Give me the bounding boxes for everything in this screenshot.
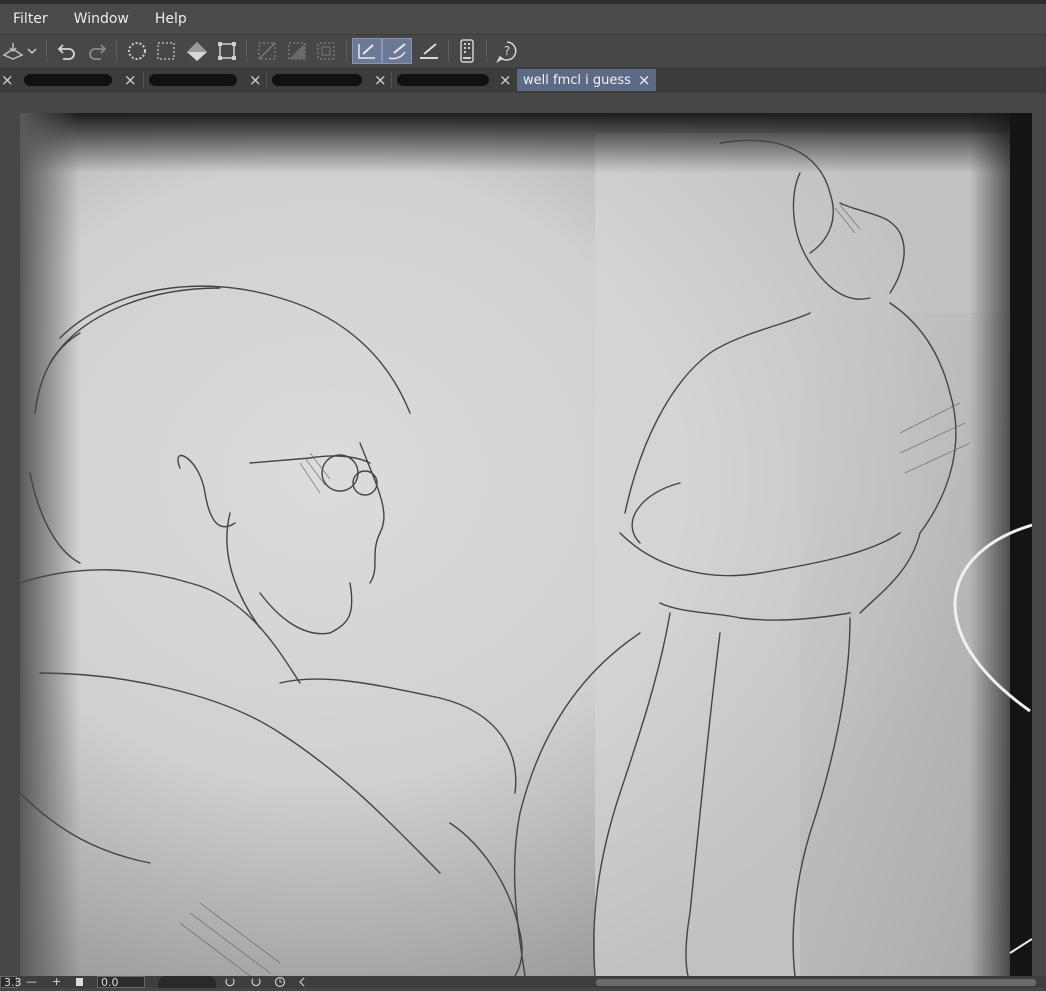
deselect-icon[interactable]: [254, 38, 280, 64]
transform-icon[interactable]: [214, 38, 240, 64]
close-icon[interactable]: ×: [499, 69, 512, 91]
tab-label: well fmcl i guess: [523, 72, 631, 88]
help-icon[interactable]: ?: [494, 38, 520, 64]
close-icon[interactable]: ×: [638, 71, 651, 89]
tab-label-redacted: [149, 74, 237, 86]
pen-snap-icon[interactable]: [352, 38, 382, 64]
invert-selection-icon[interactable]: [284, 38, 310, 64]
rotate-left-icon[interactable]: [224, 976, 236, 988]
chevron-down-icon[interactable]: [24, 38, 40, 64]
menu-window[interactable]: Window: [61, 4, 142, 34]
select-all-icon[interactable]: [153, 38, 179, 64]
rotate-right-icon[interactable]: [250, 976, 262, 988]
command-toolbar: ?: [0, 34, 1046, 67]
toolbar-separator: [46, 40, 47, 62]
tab-label-redacted: [397, 74, 489, 86]
zoom-in-button[interactable]: +: [52, 976, 61, 988]
fill-layer-icon[interactable]: [0, 38, 26, 64]
close-icon[interactable]: ×: [374, 69, 387, 91]
tab-separator: [266, 72, 267, 88]
zoom-out-button[interactable]: —: [26, 976, 37, 988]
menu-filter[interactable]: Filter: [0, 4, 61, 34]
menu-help[interactable]: Help: [142, 4, 200, 34]
close-icon[interactable]: ×: [124, 69, 137, 91]
sketch-artwork: [20, 113, 1032, 976]
undo-icon[interactable]: [54, 38, 80, 64]
clear-selection-icon[interactable]: [124, 38, 150, 64]
fill-icon[interactable]: [184, 38, 210, 64]
ruler-snap-icon[interactable]: [414, 38, 444, 64]
status-bar: 3.3 — + 0.0: [0, 976, 1046, 989]
chevron-left-icon[interactable]: [298, 976, 306, 988]
tab-document-3[interactable]: ×: [268, 69, 390, 91]
toolbar-separator: [448, 40, 449, 62]
toolbar-separator: [346, 40, 347, 62]
close-icon[interactable]: ×: [249, 69, 262, 91]
toolbar-separator: [246, 40, 247, 62]
drawing-canvas[interactable]: [20, 113, 1032, 976]
tab-document-4[interactable]: ×: [393, 69, 515, 91]
close-icon[interactable]: ×: [1, 69, 14, 91]
redo-icon[interactable]: [84, 38, 110, 64]
rotation-slider[interactable]: [158, 976, 216, 988]
rotation-field[interactable]: 0.0: [97, 976, 145, 989]
menu-bar: Filter Window Help: [0, 4, 1046, 34]
horizontal-scrollbar[interactable]: [596, 979, 1036, 986]
tab-separator: [143, 72, 144, 88]
device-icon[interactable]: [454, 38, 480, 64]
tab-document-2[interactable]: ×: [145, 69, 265, 91]
tab-label-redacted: [272, 74, 362, 86]
zoom-slider-handle[interactable]: [76, 978, 83, 986]
zoom-field[interactable]: 3.3: [0, 976, 22, 989]
tab-document-1[interactable]: ×: [20, 69, 142, 91]
toolbar-separator: [486, 40, 487, 62]
toolbar-separator: [116, 40, 117, 62]
reset-rotation-icon[interactable]: [274, 976, 286, 988]
selection-border-icon[interactable]: [313, 38, 339, 64]
tab-label-redacted: [24, 74, 112, 86]
tab-document-active[interactable]: well fmcl i guess ×: [517, 69, 657, 91]
brush-snap-icon[interactable]: [382, 38, 412, 64]
tab-separator: [391, 72, 392, 88]
svg-text:?: ?: [504, 44, 510, 58]
document-tab-bar: × × × × × well fmcl i guess ×: [0, 67, 1046, 93]
